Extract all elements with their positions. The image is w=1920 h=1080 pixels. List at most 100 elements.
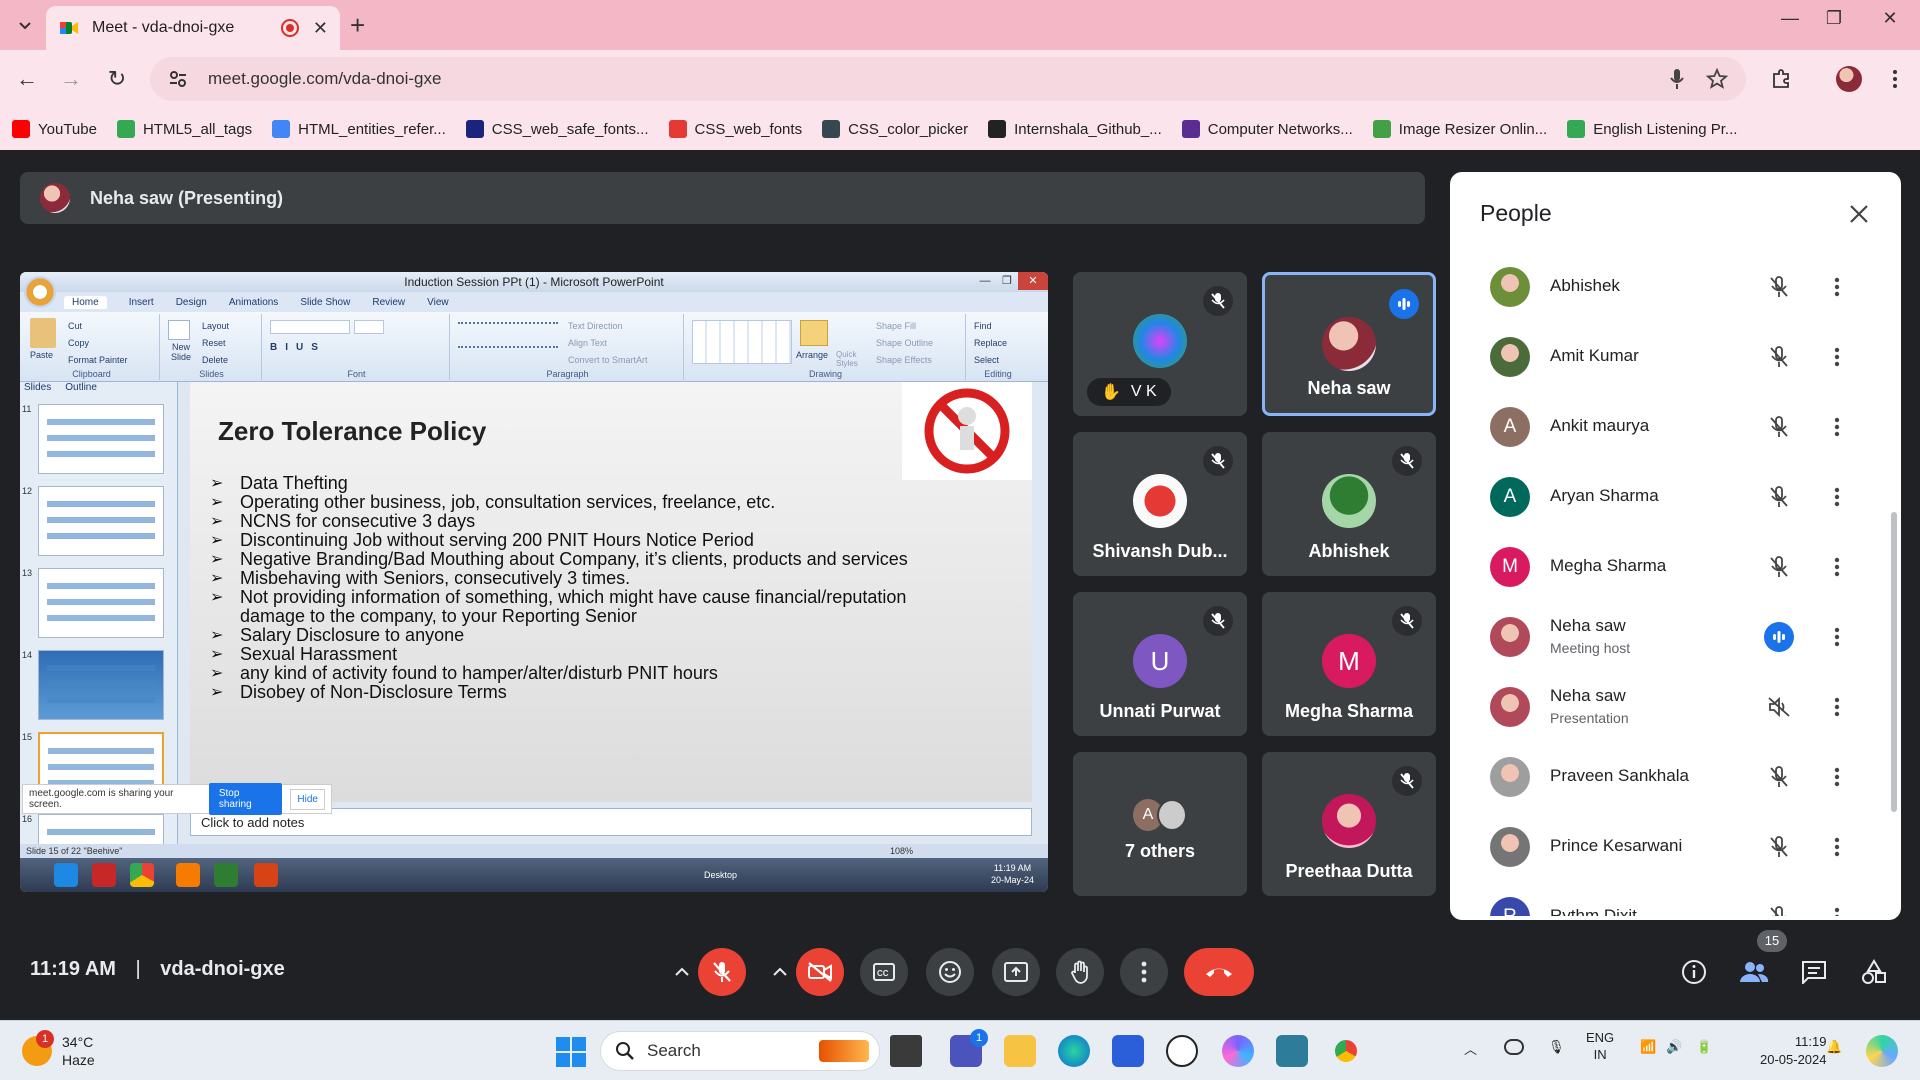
participant-tile[interactable]: ✋ V K <box>1073 272 1247 416</box>
mic-off-icon[interactable] <box>1764 552 1794 582</box>
notifications-icon[interactable]: 🔔 <box>1826 1039 1842 1055</box>
camera-toggle-button[interactable] <box>796 948 844 996</box>
battery-icon[interactable]: 🔋 <box>1696 1039 1712 1055</box>
window-close-button[interactable]: ✕ <box>1870 8 1910 29</box>
mic-off-icon[interactable] <box>1764 412 1794 442</box>
volume-icon[interactable]: 🔊 <box>1666 1039 1682 1055</box>
slide-thumbnail[interactable] <box>38 568 164 638</box>
participant-tile[interactable]: M Megha Sharma <box>1262 592 1436 736</box>
raise-hand-button[interactable] <box>1056 948 1104 996</box>
mic-off-icon[interactable] <box>1764 902 1794 916</box>
copilot-icon[interactable] <box>1222 1035 1254 1067</box>
browser-menu-icon[interactable] <box>1880 64 1910 94</box>
participant-row[interactable]: Abhishek <box>1450 256 1890 322</box>
widgets-icon[interactable] <box>1866 1035 1898 1067</box>
mic-off-icon[interactable] <box>1764 272 1794 302</box>
bookmark-item[interactable]: CSS_web_fonts <box>668 120 802 138</box>
restore-button[interactable]: ❐ <box>1814 8 1854 29</box>
captions-button[interactable]: CC <box>860 948 908 996</box>
address-bar[interactable]: meet.google.com/vda-dnoi-gxe <box>150 57 1746 101</box>
bookmark-item[interactable]: Image Resizer Onlin... <box>1372 120 1547 138</box>
audio-options-button[interactable] <box>668 958 696 986</box>
edge-icon[interactable] <box>1058 1035 1090 1067</box>
bookmark-item[interactable]: English Listening Pr... <box>1567 120 1737 138</box>
chat-button[interactable] <box>1796 954 1832 990</box>
participant-row[interactable]: M Megha Sharma <box>1450 532 1890 602</box>
language-indicator[interactable]: ENG IN <box>1586 1029 1614 1063</box>
more-actions-icon[interactable] <box>1822 412 1852 442</box>
participant-tile[interactable]: Abhishek <box>1262 432 1436 576</box>
bookmark-item[interactable]: YouTube <box>12 120 97 138</box>
teams-icon[interactable]: 1 <box>950 1029 988 1067</box>
participant-row[interactable]: R Rythm Dixit <box>1450 882 1890 916</box>
store-icon[interactable] <box>1112 1035 1144 1067</box>
bookmark-item[interactable]: Computer Networks... <box>1181 120 1353 138</box>
speaking-indicator-icon[interactable] <box>1764 622 1794 652</box>
task-view-icon[interactable] <box>890 1035 922 1067</box>
mic-off-icon[interactable] <box>1764 342 1794 372</box>
more-options-button[interactable] <box>1120 948 1168 996</box>
extensions-icon[interactable] <box>1766 64 1796 94</box>
more-actions-icon[interactable] <box>1822 692 1852 722</box>
reactions-button[interactable] <box>926 948 974 996</box>
url-text[interactable]: meet.google.com/vda-dnoi-gxe <box>208 69 1650 89</box>
bookmark-star-icon[interactable] <box>1704 66 1730 92</box>
bookmark-item[interactable]: HTML_entities_refer... <box>272 120 446 138</box>
participant-row[interactable]: A Aryan Sharma <box>1450 462 1890 532</box>
ppt-tab[interactable]: View <box>427 297 449 308</box>
participant-tile[interactable]: Preethaa Dutta <box>1262 752 1436 896</box>
dell-icon[interactable] <box>1166 1035 1198 1067</box>
reload-button[interactable]: ↻ <box>102 64 132 94</box>
ppt-tab[interactable]: Review <box>372 297 405 308</box>
ppt-tab[interactable]: Home <box>64 295 107 309</box>
tab-meet[interactable]: Meet - vda-dnoi-gxe ✕ <box>46 6 340 50</box>
slide-thumbnail[interactable] <box>38 404 164 474</box>
leave-call-button[interactable] <box>1184 948 1254 996</box>
back-button[interactable]: ← <box>12 64 42 94</box>
taskbar-search[interactable]: Search <box>600 1031 880 1071</box>
participant-row[interactable]: A Ankit maurya <box>1450 392 1890 462</box>
weather-widget[interactable]: 1 34°C Haze <box>22 1030 95 1069</box>
present-button[interactable] <box>992 948 1040 996</box>
app-icon[interactable] <box>1276 1035 1308 1067</box>
more-actions-icon[interactable] <box>1822 482 1852 512</box>
ppt-tab[interactable]: Design <box>176 297 207 308</box>
people-button[interactable] <box>1736 954 1772 990</box>
hide-banner-button[interactable]: Hide <box>290 788 325 810</box>
participant-row[interactable]: Neha saw Meeting host <box>1450 602 1890 672</box>
more-actions-icon[interactable] <box>1822 272 1852 302</box>
new-tab-button[interactable]: + <box>350 10 365 40</box>
forward-button[interactable]: → <box>56 64 86 94</box>
shared-screen[interactable]: Induction Session PPt (1) - Microsoft Po… <box>20 272 1048 892</box>
participant-tile[interactable]: Shivansh Dub... <box>1073 432 1247 576</box>
ppt-slide[interactable]: Zero Tolerance Policy Data TheftingOpera… <box>190 382 1032 802</box>
bookmark-item[interactable]: HTML5_all_tags <box>116 120 252 138</box>
participant-tile[interactable]: A7 others <box>1073 752 1247 896</box>
mic-off-icon[interactable] <box>1764 762 1794 792</box>
tab-close-icon[interactable]: ✕ <box>313 18 328 39</box>
ppt-tab[interactable]: Animations <box>229 297 278 308</box>
meeting-details-button[interactable] <box>1676 954 1712 990</box>
participant-row[interactable]: Praveen Sankhala <box>1450 742 1890 812</box>
bookmark-item[interactable]: CSS_web_safe_fonts... <box>465 120 649 138</box>
more-actions-icon[interactable] <box>1822 622 1852 652</box>
more-actions-icon[interactable] <box>1822 342 1852 372</box>
office-button[interactable] <box>24 276 56 308</box>
participant-tile[interactable]: Neha saw <box>1262 272 1436 416</box>
minimize-button[interactable]: — <box>1770 8 1810 29</box>
participant-tile[interactable]: U Unnati Purwat <box>1073 592 1247 736</box>
tray-mic-icon[interactable]: 🎙 <box>1548 1039 1565 1055</box>
show-hidden-icons-icon[interactable]: ︿ <box>1464 1039 1477 1058</box>
participant-row[interactable]: Neha saw Presentation <box>1450 672 1890 742</box>
wifi-icon[interactable]: 📶 <box>1640 1039 1656 1055</box>
tab-search-button[interactable] <box>10 10 40 40</box>
bookmark-item[interactable]: CSS_color_picker <box>822 120 968 138</box>
ppt-tab[interactable]: Insert <box>129 297 154 308</box>
site-info-icon[interactable] <box>166 67 190 91</box>
more-actions-icon[interactable] <box>1822 552 1852 582</box>
presentation-audio-off-icon[interactable] <box>1764 692 1794 722</box>
slide-thumbnail[interactable] <box>38 486 164 556</box>
chrome-taskbar-icon[interactable] <box>1330 1035 1362 1067</box>
taskbar-clock[interactable]: 11:19 20-05-2024 <box>1760 1033 1827 1069</box>
participant-row[interactable]: Amit Kumar <box>1450 322 1890 392</box>
